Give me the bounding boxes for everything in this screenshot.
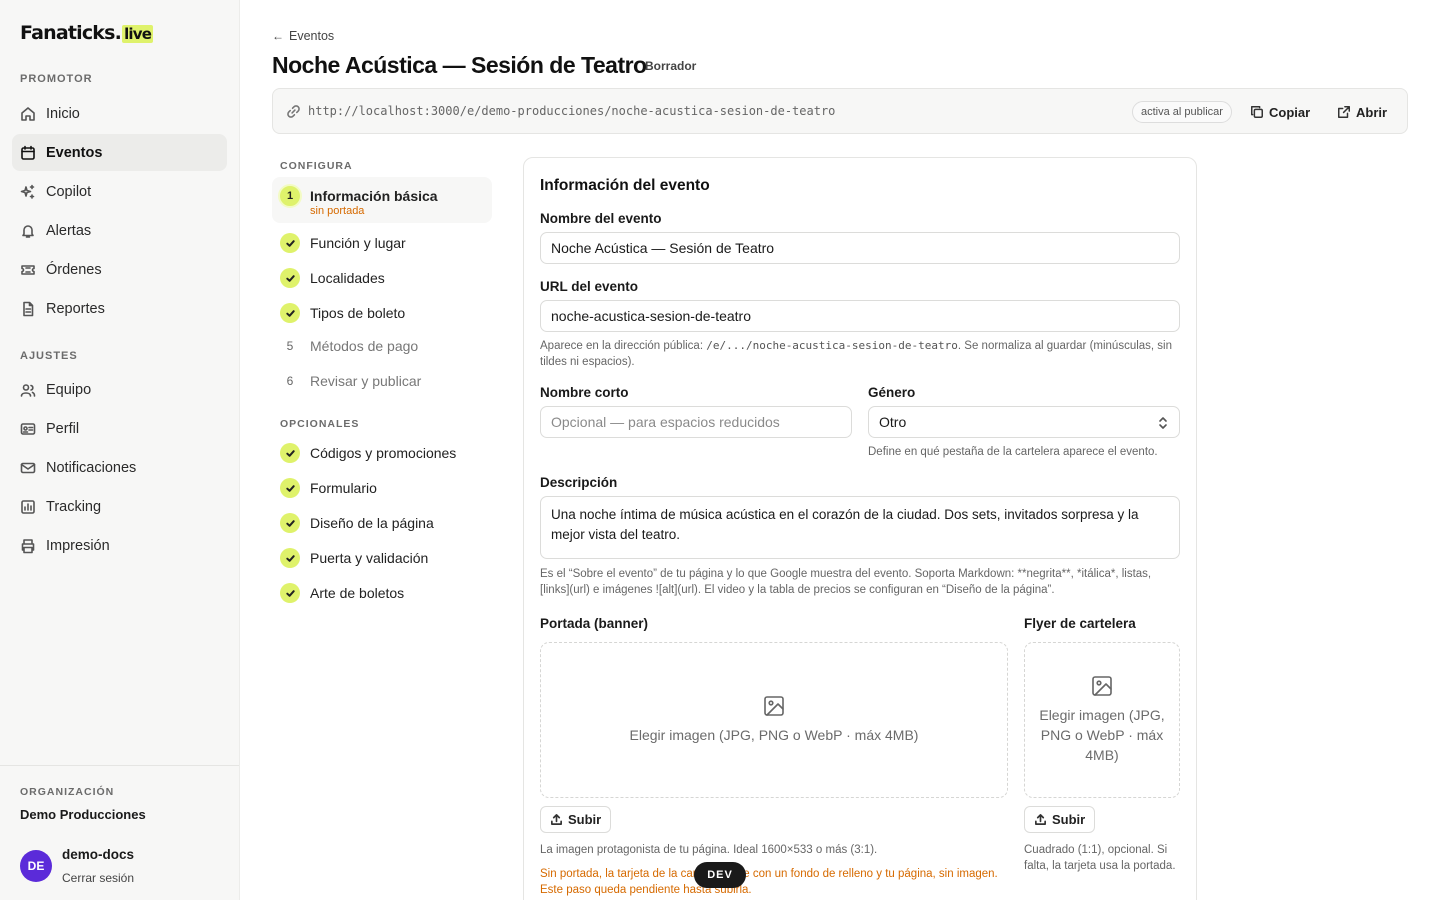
banner-upload-button[interactable]: Subir: [540, 806, 612, 833]
nav-promotor: Inicio Eventos Copilot Alertas Órdenes R…: [12, 95, 227, 329]
nav-ajustes: Equipo Perfil Notificaciones Tracking Im…: [12, 371, 227, 566]
event-url-input[interactable]: noche-acustica-sesion-de-teatro: [540, 300, 1180, 332]
public-url[interactable]: http://localhost:3000/e/demo-produccione…: [308, 104, 835, 118]
mail-icon: [20, 462, 36, 473]
genre-label: Género: [868, 385, 916, 400]
copy-url-button[interactable]: Copiar: [1250, 98, 1310, 126]
ticket-icon: [21, 264, 35, 275]
link-icon: [287, 105, 300, 118]
arrow-left-icon: ←: [272, 29, 284, 43]
check-icon: [280, 513, 300, 533]
dev-badge[interactable]: DEV: [694, 862, 746, 888]
chevron-updown-icon: [1159, 417, 1167, 429]
description-label: Descripción: [540, 475, 618, 490]
check-icon: [280, 268, 300, 288]
sidebar-item-equipo[interactable]: Equipo: [12, 371, 227, 408]
home-icon: [21, 106, 35, 121]
nav-section-promotor: PROMOTOR: [20, 73, 93, 85]
sidebar-item-perfil[interactable]: Perfil: [12, 410, 227, 447]
step-codigos-promociones[interactable]: Códigos y promociones: [280, 443, 456, 463]
bell-icon: [22, 224, 34, 238]
logout-link[interactable]: Cerrar sesión: [62, 871, 134, 885]
sidebar-item-eventos[interactable]: Eventos: [12, 134, 227, 171]
upload-icon: [1035, 814, 1046, 825]
printer-icon: [21, 538, 35, 553]
avatar[interactable]: DE: [20, 850, 52, 882]
event-url-help: Aparece en la dirección pública: /e/.../…: [540, 339, 1173, 368]
step-arte-boletos[interactable]: Arte de boletos: [280, 583, 404, 603]
sidebar: Fanaticks. live PROMOTOR Inicio Eventos C…: [0, 0, 240, 900]
upload-icon: [551, 814, 562, 825]
short-name-label: Nombre corto: [540, 385, 629, 400]
sidebar-item-tracking[interactable]: Tracking: [12, 488, 227, 525]
step-funcion-lugar[interactable]: Función y lugar: [280, 233, 406, 253]
public-url-bar: http://localhost:3000/e/demo-produccione…: [272, 88, 1408, 134]
nav-section-ajustes: AJUSTES: [20, 350, 78, 362]
steps-optional-label: OPCIONALES: [280, 418, 360, 430]
description-help: Es el “Sobre el evento” de tu página y l…: [540, 568, 1152, 596]
user-name: demo-docs: [62, 847, 135, 862]
flyer-upload-button[interactable]: Subir: [1024, 806, 1096, 833]
description-textarea[interactable]: Una noche íntima de música acústica en e…: [540, 496, 1180, 559]
url-status-pill: activa al publicar: [1132, 101, 1232, 123]
banner-label: Portada (banner): [540, 616, 649, 631]
sidebar-item-ordenes[interactable]: Órdenes: [12, 251, 227, 288]
genre-help: Define en qué pestaña de la cartelera ap…: [868, 446, 1158, 458]
short-name-input[interactable]: Opcional — para espacios reducidos: [540, 406, 852, 438]
step-metodos-pago[interactable]: 5 Métodos de pago: [280, 338, 419, 354]
sidebar-item-notificaciones[interactable]: Notificaciones: [12, 449, 227, 486]
check-icon: [280, 233, 300, 253]
genre-select[interactable]: Otro: [868, 406, 1180, 438]
check-icon: [280, 303, 300, 323]
banner-help: La imagen protagonista de tu página. Ide…: [540, 844, 878, 856]
flyer-help: Cuadrado (1:1), opcional. Si falta, la t…: [1024, 844, 1176, 872]
event-name-label: Nombre del evento: [540, 211, 662, 226]
banner-dropzone[interactable]: Elegir imagen (JPG, PNG o WebP · máx 4MB…: [540, 642, 1008, 798]
step-number: 1: [278, 184, 302, 208]
step-puerta-validacion[interactable]: Puerta y validación: [280, 548, 428, 568]
check-icon: [280, 443, 300, 463]
file-icon: [23, 301, 34, 316]
back-link[interactable]: ← Eventos: [272, 29, 334, 43]
step-warning: sin portada: [310, 205, 365, 217]
sidebar-item-alertas[interactable]: Alertas: [12, 212, 227, 249]
id-card-icon: [20, 422, 36, 435]
org-name[interactable]: Demo Producciones: [20, 807, 146, 822]
check-icon: [280, 583, 300, 603]
sidebar-item-impresion[interactable]: Impresión: [12, 527, 227, 564]
card-title: Información del evento: [540, 177, 710, 194]
flyer-label: Flyer de cartelera: [1024, 616, 1136, 631]
step-diseno-pagina[interactable]: Diseño de la página: [280, 513, 434, 533]
chart-icon: [21, 499, 35, 514]
event-url-label: URL del evento: [540, 279, 639, 294]
check-icon: [280, 548, 300, 568]
step-revisar-publicar[interactable]: 6 Revisar y publicar: [280, 373, 422, 389]
step-tipos-boleto[interactable]: Tipos de boleto: [280, 303, 405, 323]
app-logo[interactable]: Fanaticks. live: [20, 22, 154, 44]
banner-warning: Sin portada, la tarjeta de la cartelera …: [540, 868, 998, 896]
open-url-button[interactable]: Abrir: [1337, 98, 1387, 126]
step-formulario[interactable]: Formulario: [280, 478, 377, 498]
step-localidades[interactable]: Localidades: [280, 268, 385, 288]
external-link-icon: [1338, 106, 1350, 118]
sidebar-item-copilot[interactable]: Copilot: [12, 173, 227, 210]
flyer-dropzone[interactable]: Elegir imagen (JPG, PNG o WebP · máx 4MB…: [1024, 642, 1180, 798]
check-icon: [280, 478, 300, 498]
calendar-icon: [21, 145, 35, 160]
steps-configure-label: CONFIGURA: [280, 160, 353, 172]
page-title: Noche Acústica — Sesión de Teatro: [272, 52, 647, 78]
image-icon: [764, 696, 784, 716]
org-divider: [0, 765, 239, 766]
sidebar-item-reportes[interactable]: Reportes: [12, 290, 227, 327]
sparkles-icon: [20, 184, 35, 199]
sidebar-item-inicio[interactable]: Inicio: [12, 95, 227, 132]
event-name-input[interactable]: Noche Acústica — Sesión de Teatro: [540, 232, 1180, 264]
org-label: ORGANIZACIÓN: [20, 786, 115, 798]
copy-icon: [1251, 106, 1263, 118]
users-icon: [20, 383, 36, 397]
image-icon: [1092, 676, 1112, 696]
status-badge: Borrador: [645, 59, 697, 73]
